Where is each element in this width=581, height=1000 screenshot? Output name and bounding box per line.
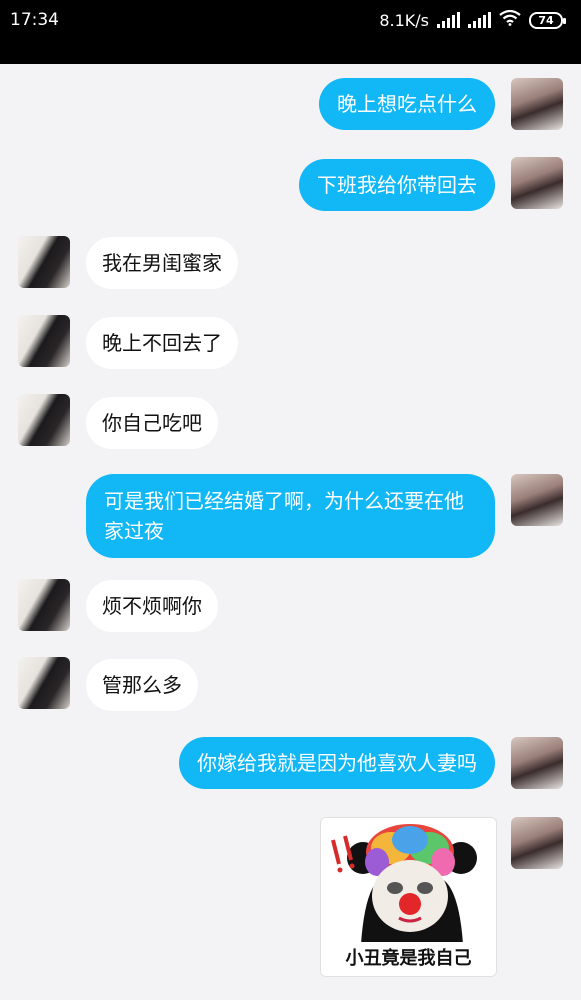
message-bubble-incoming[interactable]: 你自己吃吧 <box>86 397 218 449</box>
message-bubble-outgoing[interactable]: 下班我给你带回去 <box>299 159 495 211</box>
contact-avatar[interactable] <box>18 394 70 446</box>
my-avatar[interactable] <box>511 474 563 526</box>
clown-panda-image <box>321 818 496 944</box>
battery-icon: 74 <box>529 11 566 29</box>
contact-avatar[interactable] <box>18 657 70 709</box>
message-bubble-incoming[interactable]: 晚上不回去了 <box>86 317 238 369</box>
message-bubble-outgoing[interactable]: 可是我们已经结婚了啊，为什么还要在他家过夜 <box>86 474 495 558</box>
signal-icon <box>468 12 491 28</box>
clown-sticker[interactable]: 小丑竟是我自己 <box>320 817 497 977</box>
message-bubble-incoming[interactable]: 我在男闺蜜家 <box>86 237 238 289</box>
message-bubble-outgoing[interactable]: 你嫁给我就是因为他喜欢人妻吗 <box>179 737 495 789</box>
my-avatar[interactable] <box>511 78 563 130</box>
wifi-icon <box>499 9 521 30</box>
status-time: 17:34 <box>10 10 59 30</box>
contact-avatar[interactable] <box>18 236 70 288</box>
network-speed: 8.1K/s <box>379 10 429 30</box>
contact-avatar[interactable] <box>18 579 70 631</box>
signal-icon <box>437 12 460 28</box>
my-avatar[interactable] <box>511 157 563 209</box>
message-bubble-incoming[interactable]: 管那么多 <box>86 659 198 711</box>
my-avatar[interactable] <box>511 737 563 789</box>
my-avatar[interactable] <box>511 817 563 869</box>
contact-avatar[interactable] <box>18 315 70 367</box>
message-bubble-outgoing[interactable]: 晚上想吃点什么 <box>319 78 495 130</box>
status-icons: 8.1K/s 74 <box>379 9 566 30</box>
message-bubble-incoming[interactable]: 烦不烦啊你 <box>86 580 218 632</box>
header-bar <box>0 40 581 64</box>
status-bar: 17:34 8.1K/s 74 <box>0 0 581 40</box>
battery-level: 74 <box>538 13 554 27</box>
chat-area[interactable]: 晚上想吃点什么 下班我给你带回去 我在男闺蜜家 晚上不回去了 你自己吃吧 可是我… <box>0 64 581 1000</box>
sticker-caption: 小丑竟是我自己 <box>321 942 496 976</box>
